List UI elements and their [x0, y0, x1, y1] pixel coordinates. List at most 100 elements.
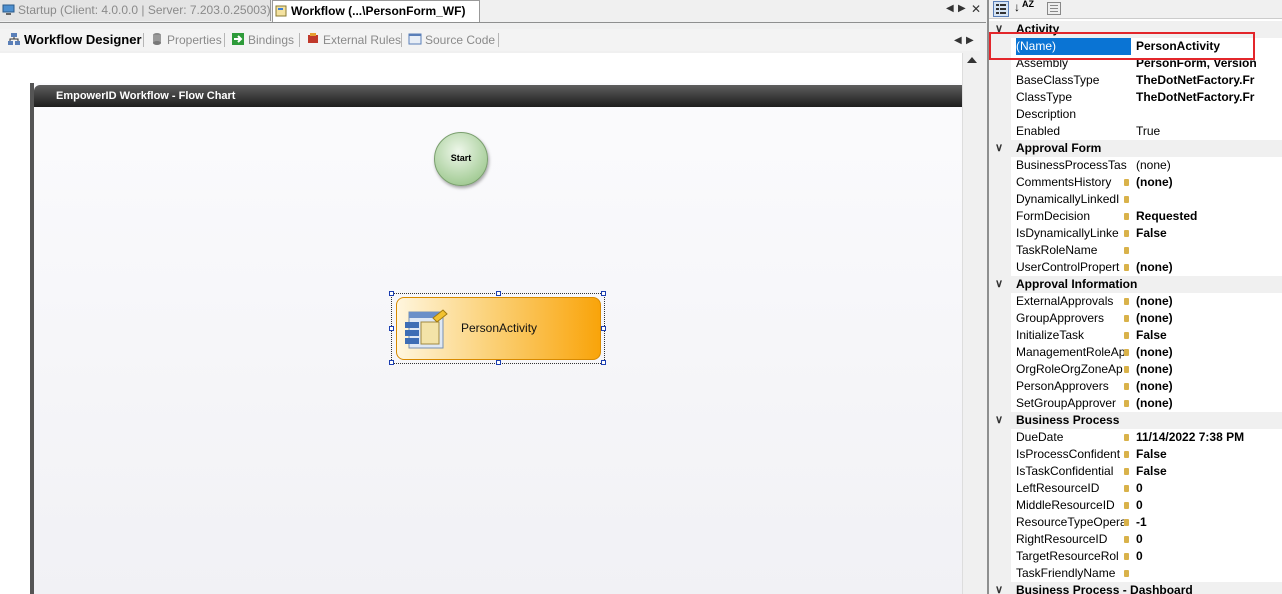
- property-row[interactable]: ResourceTypeOpera -1: [989, 514, 1282, 531]
- property-value[interactable]: (none): [1136, 378, 1173, 395]
- tab-startup[interactable]: Startup (Client: 4.0.0.0 | Server: 7.203…: [0, 0, 271, 21]
- property-value[interactable]: False: [1136, 327, 1167, 344]
- property-value[interactable]: 0: [1136, 497, 1143, 514]
- property-row[interactable]: GroupApprovers (none): [989, 310, 1282, 327]
- property-value[interactable]: (none): [1136, 174, 1173, 191]
- property-row[interactable]: BaseClassType TheDotNetFactory.Fr: [989, 72, 1282, 89]
- property-row[interactable]: DueDate 11/14/2022 7:38 PM: [989, 429, 1282, 446]
- property-value[interactable]: Requested: [1136, 208, 1197, 225]
- property-value[interactable]: TheDotNetFactory.Fr: [1136, 89, 1254, 106]
- property-row[interactable]: ExternalApprovals (none): [989, 293, 1282, 310]
- scroll-up-icon[interactable]: [967, 57, 977, 63]
- property-category[interactable]: ∨ Business Process: [989, 412, 1282, 429]
- alphabetical-sort-icon[interactable]: ↓: [1014, 0, 1020, 14]
- property-row[interactable]: CommentsHistory (none): [989, 174, 1282, 191]
- resize-handle[interactable]: [389, 291, 394, 296]
- lock-icon: [1124, 247, 1129, 254]
- property-row[interactable]: OrgRoleOrgZoneAp (none): [989, 361, 1282, 378]
- resize-handle[interactable]: [601, 360, 606, 365]
- subtab-workflow-designer[interactable]: Workflow Designer: [4, 29, 142, 51]
- property-value[interactable]: False: [1136, 463, 1167, 480]
- subtab-scroll-right-icon[interactable]: ▶: [966, 35, 974, 46]
- resize-handle[interactable]: [601, 326, 606, 331]
- property-name: MiddleResourceID: [1016, 498, 1115, 512]
- subtab-external-rules[interactable]: External Rules: [303, 29, 401, 51]
- tab-scroll-left-icon[interactable]: ◀: [946, 3, 954, 14]
- property-row[interactable]: IsProcessConfident False: [989, 446, 1282, 463]
- tab-workflow[interactable]: Workflow (...\PersonForm_WF): [272, 0, 480, 22]
- property-row[interactable]: PersonApprovers (none): [989, 378, 1282, 395]
- property-category[interactable]: ∨ Approval Information: [989, 276, 1282, 293]
- collapse-chevron-icon[interactable]: ∨: [995, 582, 1003, 594]
- property-value[interactable]: (none): [1136, 344, 1173, 361]
- subtab-source-code[interactable]: Source Code: [405, 29, 495, 51]
- row-gutter: [989, 208, 1011, 225]
- resize-handle[interactable]: [496, 291, 501, 296]
- row-gutter: [989, 293, 1011, 310]
- resize-handle[interactable]: [496, 360, 501, 365]
- property-row[interactable]: IsTaskConfidential False: [989, 463, 1282, 480]
- resize-handle[interactable]: [389, 326, 394, 331]
- property-value[interactable]: (none): [1136, 361, 1173, 378]
- property-name: DynamicallyLinkedI: [1016, 192, 1120, 206]
- lock-icon: [1124, 315, 1129, 322]
- property-row[interactable]: BusinessProcessTas (none): [989, 157, 1282, 174]
- property-value[interactable]: (none): [1136, 293, 1173, 310]
- property-value[interactable]: TheDotNetFactory.Fr: [1136, 72, 1254, 89]
- property-row[interactable]: ClassType TheDotNetFactory.Fr: [989, 89, 1282, 106]
- property-row[interactable]: UserControlPropert (none): [989, 259, 1282, 276]
- property-row[interactable]: Description: [989, 106, 1282, 123]
- property-value[interactable]: True: [1136, 123, 1160, 140]
- property-pages-icon[interactable]: [1047, 2, 1061, 15]
- property-row[interactable]: LeftResourceID 0: [989, 480, 1282, 497]
- property-value[interactable]: (none): [1136, 259, 1173, 276]
- start-node[interactable]: Start: [434, 132, 488, 186]
- property-value[interactable]: False: [1136, 446, 1167, 463]
- property-row[interactable]: TaskFriendlyName: [989, 565, 1282, 582]
- property-value[interactable]: (none): [1136, 157, 1171, 174]
- subtab-bindings[interactable]: Bindings: [228, 29, 294, 51]
- property-row[interactable]: MiddleResourceID 0: [989, 497, 1282, 514]
- property-row[interactable]: RightResourceID 0: [989, 531, 1282, 548]
- subtab-label: External Rules: [323, 33, 402, 47]
- highlight-box: [989, 32, 1255, 60]
- property-row[interactable]: TaskRoleName: [989, 242, 1282, 259]
- property-value[interactable]: (none): [1136, 395, 1173, 412]
- close-tab-icon[interactable]: ✕: [971, 2, 981, 16]
- property-row[interactable]: Enabled True: [989, 123, 1282, 140]
- row-gutter: [989, 446, 1011, 463]
- property-value[interactable]: 0: [1136, 548, 1143, 565]
- property-row[interactable]: TargetResourceRol 0: [989, 548, 1282, 565]
- property-value[interactable]: False: [1136, 225, 1167, 242]
- row-gutter: [989, 310, 1011, 327]
- form-activity-icon: [405, 309, 448, 349]
- subtab-scroll-left-icon[interactable]: ◀: [954, 35, 962, 46]
- tab-scroll-right-icon[interactable]: ▶: [958, 3, 966, 14]
- property-category[interactable]: ∨ Business Process - Dashboard: [989, 582, 1282, 594]
- subtab-properties[interactable]: Properties: [147, 29, 222, 51]
- property-row[interactable]: FormDecision Requested: [989, 208, 1282, 225]
- property-category[interactable]: ∨ Approval Form: [989, 140, 1282, 157]
- lock-icon: [1124, 179, 1129, 186]
- property-row[interactable]: ManagementRoleAp (none): [989, 344, 1282, 361]
- property-value[interactable]: (none): [1136, 310, 1173, 327]
- categorized-view-icon[interactable]: [993, 1, 1009, 17]
- property-row[interactable]: DynamicallyLinkedI: [989, 191, 1282, 208]
- property-name: DueDate: [1016, 430, 1064, 444]
- collapse-chevron-icon[interactable]: ∨: [995, 140, 1003, 157]
- collapse-chevron-icon[interactable]: ∨: [995, 412, 1003, 429]
- property-row[interactable]: IsDynamicallyLinke False: [989, 225, 1282, 242]
- property-row[interactable]: SetGroupApprover (none): [989, 395, 1282, 412]
- lock-icon: [1124, 536, 1129, 543]
- alphabetical-sort-icon[interactable]: AZ: [1022, 0, 1034, 9]
- property-value[interactable]: 0: [1136, 531, 1143, 548]
- canvas-vertical-scrollbar[interactable]: [962, 53, 981, 594]
- property-value[interactable]: 0: [1136, 480, 1143, 497]
- lock-icon: [1124, 519, 1129, 526]
- resize-handle[interactable]: [601, 291, 606, 296]
- property-value[interactable]: -1: [1136, 514, 1147, 531]
- collapse-chevron-icon[interactable]: ∨: [995, 276, 1003, 293]
- resize-handle[interactable]: [389, 360, 394, 365]
- property-value[interactable]: 11/14/2022 7:38 PM: [1136, 429, 1244, 446]
- property-row[interactable]: InitializeTask False: [989, 327, 1282, 344]
